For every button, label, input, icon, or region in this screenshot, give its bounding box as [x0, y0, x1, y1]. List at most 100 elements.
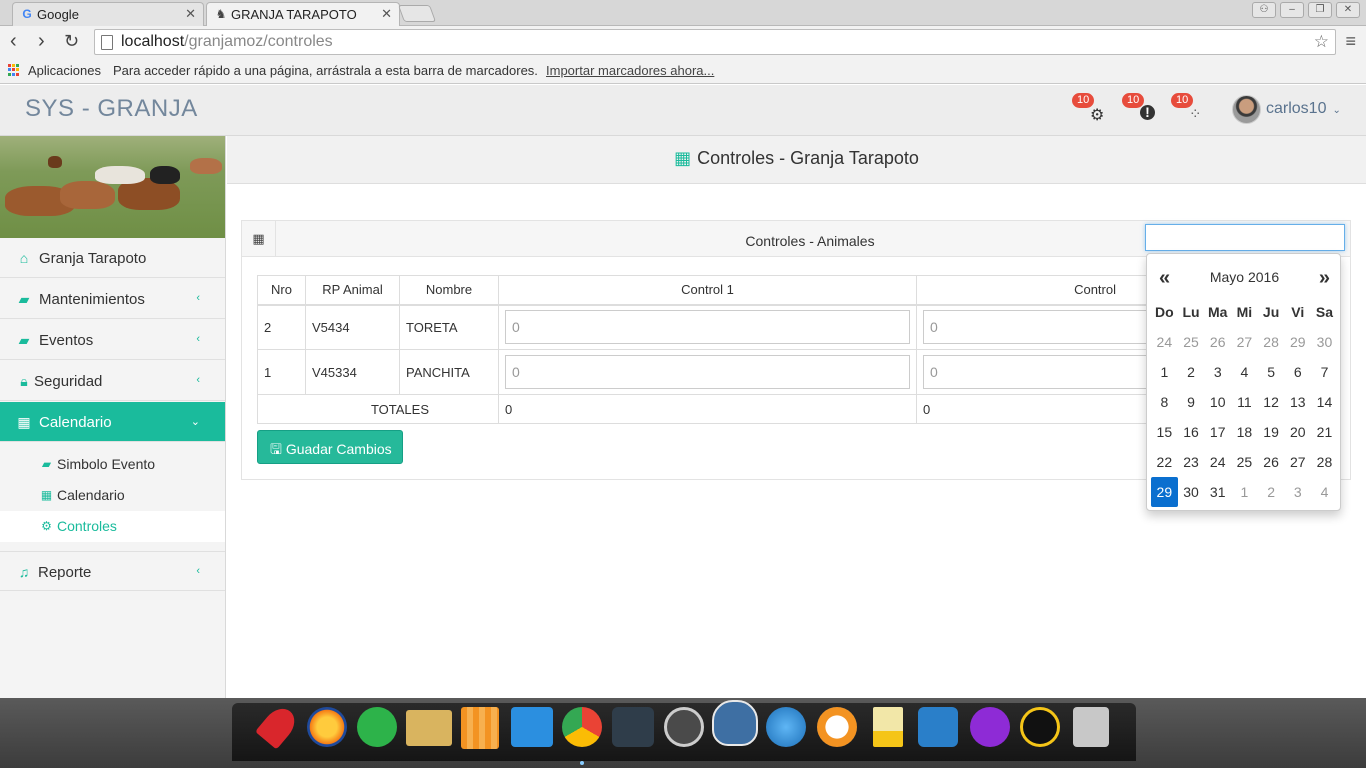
calendar-day[interactable]: 10 [1204, 387, 1231, 417]
calendar-day[interactable]: 5 [1258, 357, 1285, 387]
close-tab-icon[interactable]: ✕ [381, 6, 392, 22]
calendar-day[interactable]: 26 [1258, 447, 1285, 477]
calendar-day[interactable]: 25 [1178, 327, 1205, 357]
weekday-header: Do [1155, 304, 1174, 320]
tab-granja[interactable]: ♞ GRANJA TARAPOTO ✕ [206, 2, 400, 26]
close-tab-icon[interactable]: ✕ [185, 6, 196, 22]
calendar-day[interactable]: 6 [1284, 357, 1311, 387]
calendar-day[interactable]: 7 [1311, 357, 1338, 387]
rocket-launcher-icon[interactable] [255, 702, 301, 750]
calendar-day[interactable]: 1 [1151, 357, 1178, 387]
notification-alerts[interactable]: 10 ! [1122, 93, 1162, 127]
calendar-day[interactable]: 2 [1178, 357, 1205, 387]
cell-nro: 2 [257, 304, 306, 350]
calendar-day[interactable]: 3 [1284, 477, 1311, 507]
address-bar[interactable]: localhost/granjamoz/controles ☆ [94, 29, 1336, 55]
battery-icon[interactable] [873, 707, 903, 747]
sidebar-item-eventos[interactable]: ▰ Eventos ‹ [0, 320, 225, 360]
calendar-day[interactable]: 24 [1204, 447, 1231, 477]
calendar-day[interactable]: 22 [1151, 447, 1178, 477]
calendar-day[interactable]: 15 [1151, 417, 1178, 447]
calendar-day[interactable]: 20 [1284, 417, 1311, 447]
network-globe-icon[interactable] [766, 707, 806, 747]
calendar-day[interactable]: 25 [1231, 447, 1258, 477]
profile-icon[interactable]: ⚇ [1252, 2, 1276, 18]
submenu-item-calendario[interactable]: ▦ Calendario [0, 480, 225, 511]
calendar-day[interactable]: 4 [1231, 357, 1258, 387]
back-icon[interactable]: ‹ [10, 30, 17, 52]
calendar-day[interactable]: 27 [1231, 327, 1258, 357]
pidgin-network-icon[interactable] [918, 707, 958, 747]
clock-icon[interactable] [1020, 707, 1060, 747]
notification-tasks[interactable]: 10 ⁘ [1171, 93, 1211, 127]
submenu-item-controles[interactable]: ⚙ Controles [0, 511, 225, 542]
next-month-button[interactable]: » [1319, 267, 1330, 290]
brand-title[interactable]: SYS - GRANJA [25, 95, 198, 123]
reload-icon[interactable]: ↻ [64, 30, 79, 52]
apps-link[interactable]: Aplicaciones [28, 63, 101, 78]
caret-down-icon: ⌄ [1332, 105, 1341, 116]
sidebar-item-seguridad[interactable]: 🔒︎ Seguridad ‹ [0, 361, 225, 401]
calendar-day[interactable]: 31 [1204, 477, 1231, 507]
chrome-icon[interactable] [562, 707, 602, 747]
tab-google[interactable]: G Google ✕ [12, 2, 204, 26]
calendar-day[interactable]: 24 [1151, 327, 1178, 357]
calendar-day[interactable]: 3 [1204, 357, 1231, 387]
calendar-day[interactable]: 4 [1311, 477, 1338, 507]
calendar-day[interactable]: 16 [1178, 417, 1205, 447]
calendar-day[interactable]: 11 [1231, 387, 1258, 417]
sidebar-item-mantenimientos[interactable]: ▰ Mantenimientos ‹ [0, 279, 225, 319]
calendar-day[interactable]: 1 [1231, 477, 1258, 507]
control-1-input[interactable]: 0 [505, 355, 910, 389]
sidebar-item-granja[interactable]: ⌂ Granja Tarapoto [0, 238, 225, 278]
maximize-icon[interactable]: ❐ [1308, 2, 1332, 18]
browser-menu-icon[interactable]: ≡ [1345, 31, 1356, 52]
date-input[interactable] [1145, 224, 1345, 251]
video-player-icon[interactable] [511, 707, 553, 747]
folder-icon[interactable] [406, 710, 452, 746]
calendar-day[interactable]: 21 [1311, 417, 1338, 447]
calendar-day[interactable]: 17 [1204, 417, 1231, 447]
calendar-day[interactable]: 30 [1178, 477, 1205, 507]
calendar-day[interactable]: 30 [1311, 327, 1338, 357]
datepicker-month[interactable]: Mayo 2016 [1147, 269, 1342, 285]
calendar-day[interactable]: 8 [1151, 387, 1178, 417]
trash-icon[interactable] [1073, 707, 1109, 747]
sidebar-item-calendario[interactable]: ▦ Calendario ⌄ [0, 402, 225, 442]
save-changes-button[interactable]: 🖫︎ Guadar Cambios [257, 430, 403, 464]
calendar-day[interactable]: 26 [1204, 327, 1231, 357]
sidebar-item-reporte[interactable]: ♫ Reporte ‹ [0, 551, 225, 591]
submenu-item-simbolo-evento[interactable]: ▰ Simbolo Evento [0, 449, 225, 480]
calendar-day[interactable]: 9 [1178, 387, 1205, 417]
notification-settings[interactable]: 10 ⚙ [1072, 93, 1112, 127]
calendar-day[interactable]: 28 [1258, 327, 1285, 357]
calendar-day[interactable]: 2 [1258, 477, 1285, 507]
calendar-day[interactable]: 29 [1151, 477, 1178, 507]
import-bookmarks-link[interactable]: Importar marcadores ahora... [546, 63, 714, 78]
minimize-icon[interactable]: – [1280, 2, 1304, 18]
calendar-icon[interactable]: ▦ [242, 221, 276, 256]
calendar-day[interactable]: 28 [1311, 447, 1338, 477]
calendar-day[interactable]: 18 [1231, 417, 1258, 447]
forward-icon[interactable]: › [38, 30, 45, 52]
calendar-day[interactable]: 23 [1178, 447, 1205, 477]
sublime-text-icon[interactable] [664, 707, 704, 747]
store-bag-icon[interactable] [461, 707, 499, 749]
calendar-day[interactable]: 27 [1284, 447, 1311, 477]
new-tab-button[interactable] [397, 5, 437, 22]
ring-app-icon[interactable] [817, 707, 857, 747]
apps-grid-icon[interactable] [8, 64, 20, 76]
calendar-day[interactable]: 13 [1284, 387, 1311, 417]
close-window-icon[interactable]: ✕ [1336, 2, 1360, 18]
firefox-icon[interactable] [307, 707, 347, 747]
control-1-input[interactable]: 0 [505, 310, 910, 345]
calendar-day[interactable]: 29 [1284, 327, 1311, 357]
power-icon[interactable] [970, 707, 1010, 747]
postgresql-icon[interactable] [712, 700, 758, 746]
bookmark-star-icon[interactable]: ☆ [1314, 32, 1329, 52]
mint-menu-icon[interactable] [357, 707, 397, 747]
calendar-day[interactable]: 12 [1258, 387, 1285, 417]
calendar-day[interactable]: 14 [1311, 387, 1338, 417]
toggle-settings-icon[interactable] [612, 707, 654, 747]
calendar-day[interactable]: 19 [1258, 417, 1285, 447]
